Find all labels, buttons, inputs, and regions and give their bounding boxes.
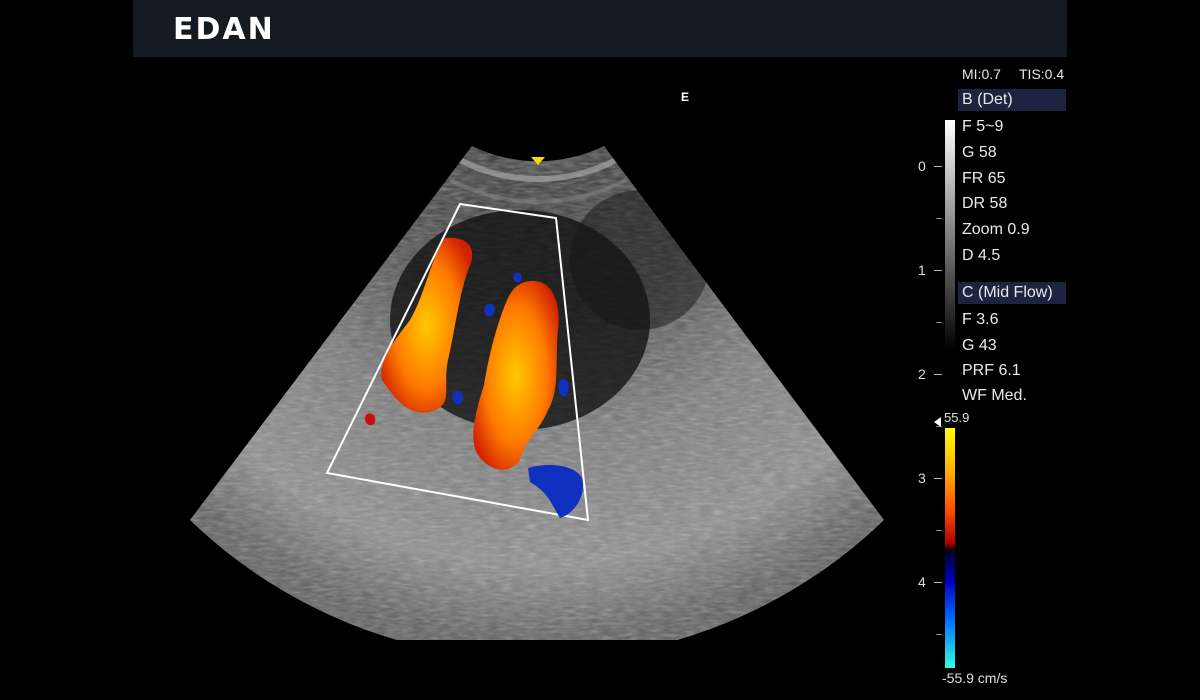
b-mode-header[interactable]: B (Det) — [958, 89, 1066, 111]
velocity-scale-min: -55.9 cm/s — [942, 670, 1008, 686]
orientation-mark: E — [681, 90, 690, 104]
depth-label: 3 — [918, 470, 926, 486]
c-mode-header[interactable]: C (Mid Flow) — [958, 282, 1066, 304]
depth-label: 4 — [918, 574, 926, 590]
b-param-frame-rate: FR 65 — [962, 170, 1006, 187]
c-param-frequency: F 3.6 — [962, 311, 999, 328]
velocity-color-bar — [945, 428, 955, 668]
b-param-zoom: Zoom 0.9 — [962, 221, 1030, 238]
b-param-depth: D 4.5 — [962, 247, 1001, 264]
c-param-prf: PRF 6.1 — [962, 362, 1021, 379]
depth-label: 2 — [918, 366, 926, 382]
baseline-marker-icon[interactable] — [934, 417, 941, 427]
b-param-dynamic-range: DR 58 — [962, 195, 1008, 212]
depth-minor-tick — [936, 634, 942, 635]
c-param-gain: G 43 — [962, 337, 997, 354]
depth-minor-tick — [936, 322, 942, 323]
b-param-frequency: F 5~9 — [962, 118, 1004, 135]
c-param-wall-filter: WF Med. — [962, 387, 1027, 404]
depth-tick — [934, 166, 942, 167]
depth-tick — [934, 582, 942, 583]
depth-label: 0 — [918, 158, 926, 174]
b-param-gain: G 58 — [962, 144, 997, 161]
depth-tick — [934, 270, 942, 271]
depth-minor-tick — [936, 530, 942, 531]
mi-readout: MI:0.7 — [962, 66, 1001, 82]
depth-label: 1 — [918, 262, 926, 278]
depth-minor-tick — [936, 218, 942, 219]
depth-tick — [934, 374, 942, 375]
depth-tick — [934, 478, 942, 479]
grayscale-bar — [945, 120, 955, 350]
velocity-scale-max: 55.9 — [944, 410, 970, 425]
tis-readout: TIS:0.4 — [1019, 66, 1065, 82]
